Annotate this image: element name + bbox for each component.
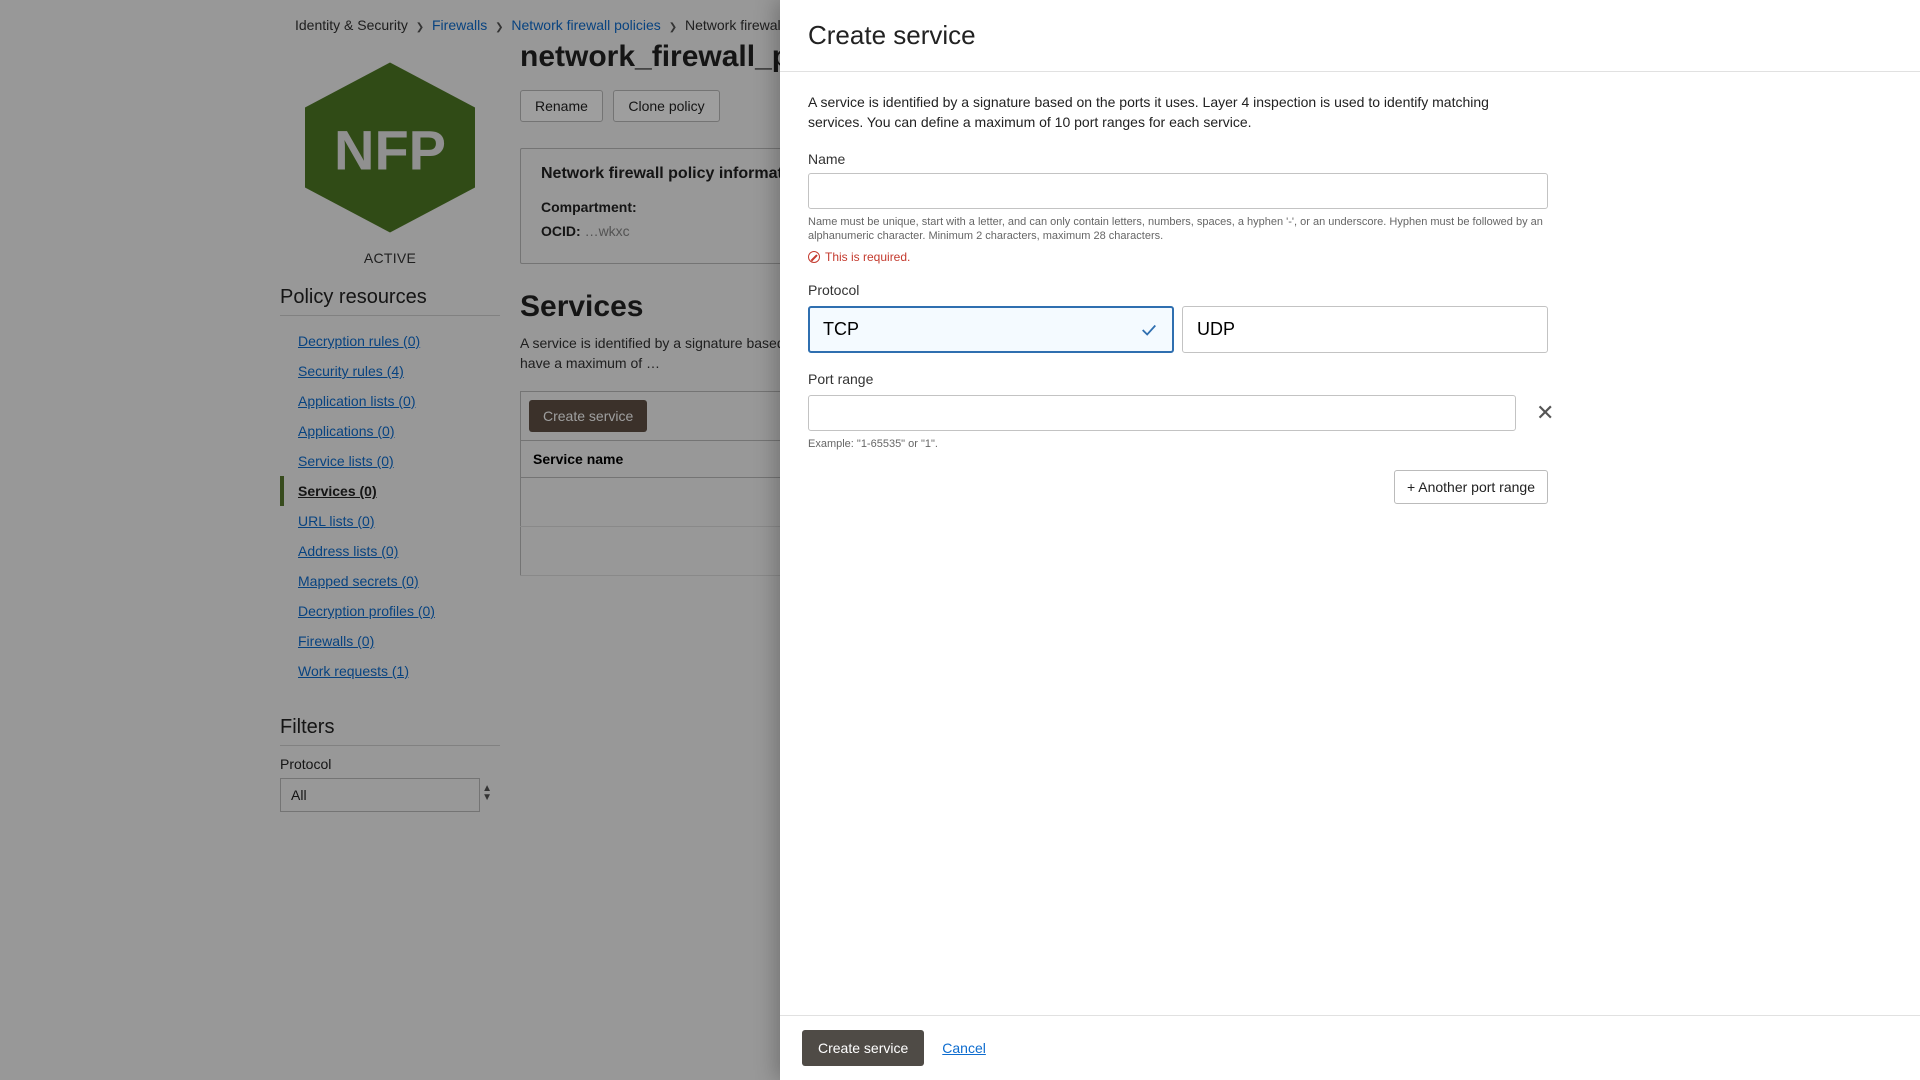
name-input[interactable] bbox=[808, 173, 1548, 209]
protocol-tcp-label: TCP bbox=[823, 319, 859, 339]
add-port-range-button[interactable]: + Another port range bbox=[1394, 470, 1548, 504]
submit-create-service-button[interactable]: Create service bbox=[802, 1030, 924, 1066]
error-icon bbox=[808, 251, 820, 263]
port-range-label: Port range bbox=[808, 371, 1892, 387]
port-range-input[interactable] bbox=[808, 395, 1516, 431]
close-icon: ✕ bbox=[1536, 400, 1554, 425]
drawer-title: Create service bbox=[780, 0, 1920, 72]
protocol-tcp-button[interactable]: TCP bbox=[808, 306, 1174, 353]
name-hint: Name must be unique, start with a letter… bbox=[808, 215, 1548, 245]
protocol-label: Protocol bbox=[808, 282, 1892, 298]
check-icon bbox=[1140, 321, 1158, 339]
protocol-udp-button[interactable]: UDP bbox=[1182, 306, 1548, 353]
name-error-text: This is required. bbox=[825, 250, 910, 264]
drawer-footer: Create service Cancel bbox=[780, 1015, 1920, 1080]
port-range-hint: Example: "1-65535" or "1". bbox=[808, 437, 1548, 452]
protocol-udp-label: UDP bbox=[1197, 319, 1235, 339]
remove-port-range-button[interactable]: ✕ bbox=[1530, 398, 1560, 428]
create-service-drawer: Create service A service is identified b… bbox=[780, 0, 1920, 1080]
name-error: This is required. bbox=[808, 250, 1892, 264]
cancel-link[interactable]: Cancel bbox=[942, 1040, 986, 1056]
drawer-intro: A service is identified by a signature b… bbox=[808, 92, 1548, 133]
name-label: Name bbox=[808, 151, 1892, 167]
